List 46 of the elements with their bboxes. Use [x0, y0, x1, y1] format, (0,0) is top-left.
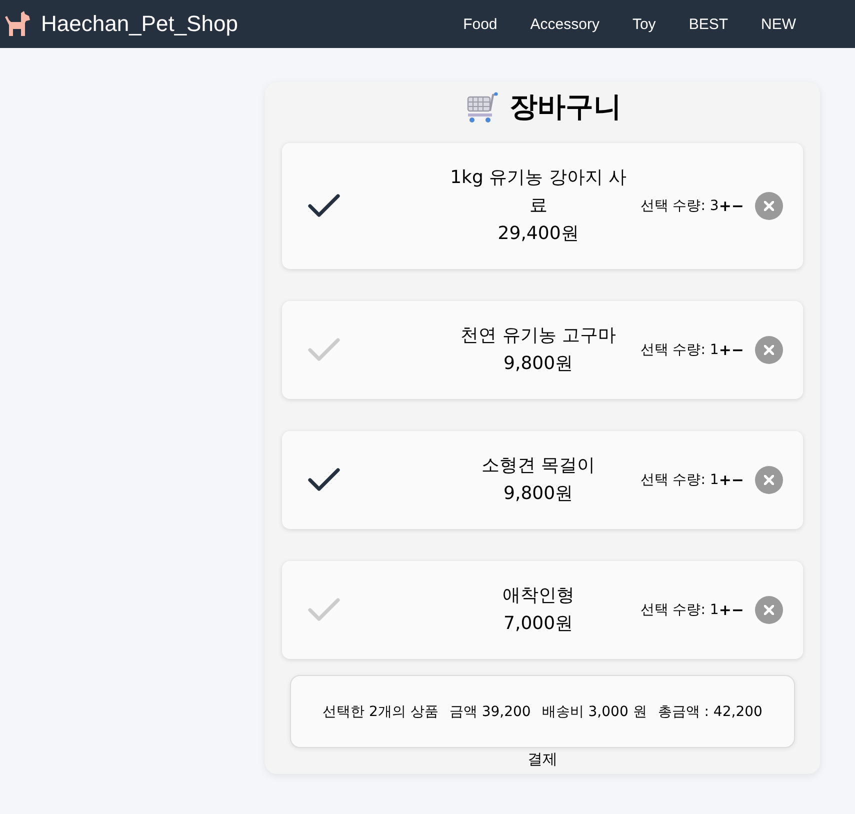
cart-title: 장바구니 [510, 89, 622, 125]
shop-name: Haechan_Pet_Shop [41, 11, 238, 37]
check-icon[interactable] [307, 193, 341, 219]
check-icon[interactable] [307, 467, 341, 493]
close-icon [764, 201, 774, 211]
remove-button[interactable] [755, 336, 783, 364]
check-icon[interactable] [307, 337, 341, 363]
check-icon[interactable] [307, 597, 341, 623]
shipping-fee: 배송비 3,000 원 [542, 702, 647, 720]
amount-text: 금액 39,200 [449, 702, 531, 720]
product-price: 29,400원 [498, 222, 579, 246]
logo-link[interactable]: Haechan_Pet_Shop [4, 11, 238, 37]
decrease-button[interactable]: − [731, 472, 744, 488]
increase-button[interactable]: + [718, 472, 732, 488]
pay-button[interactable]: 결제 [524, 748, 562, 771]
close-icon [764, 605, 774, 615]
product-name: 천연 유기농 고구마 [460, 324, 618, 348]
decrease-button[interactable]: − [731, 198, 744, 214]
nav-link[interactable]: Food [447, 16, 512, 32]
quantity-label: 선택 수량: 3 [640, 197, 719, 215]
product-price: 9,800원 [504, 482, 574, 506]
remove-button[interactable] [755, 466, 783, 494]
dog-icon [4, 11, 31, 37]
remove-button[interactable] [755, 596, 783, 624]
increase-button[interactable]: + [718, 342, 732, 358]
product-name: 소형견 목걸이 [480, 454, 596, 478]
increase-button[interactable]: + [718, 198, 732, 214]
quantity-label: 선택 수량: 1 [640, 471, 719, 489]
nav-link[interactable]: BEST [672, 16, 743, 32]
product-price: 9,800원 [504, 352, 574, 376]
close-icon [764, 475, 774, 485]
decrease-button[interactable]: − [731, 342, 744, 358]
product-name: 1kg 유기농 강아지 사료 [449, 166, 628, 218]
quantity-label: 선택 수량: 1 [640, 601, 719, 619]
selected-count: 선택한 2개의 상품 [322, 702, 438, 720]
nav-link[interactable]: Accessory [514, 16, 614, 32]
total-amount: 총금액 : 42,200 [658, 702, 762, 720]
remove-button[interactable] [755, 192, 783, 220]
product-name: 애착인형 [501, 584, 576, 608]
close-icon [764, 345, 774, 355]
increase-button[interactable]: + [718, 602, 732, 618]
quantity-label: 선택 수량: 1 [640, 341, 719, 359]
product-price: 7,000원 [504, 612, 574, 636]
nav-link[interactable]: Toy [616, 16, 671, 32]
nav-link[interactable]: NEW [745, 16, 811, 32]
decrease-button[interactable]: − [731, 602, 744, 618]
